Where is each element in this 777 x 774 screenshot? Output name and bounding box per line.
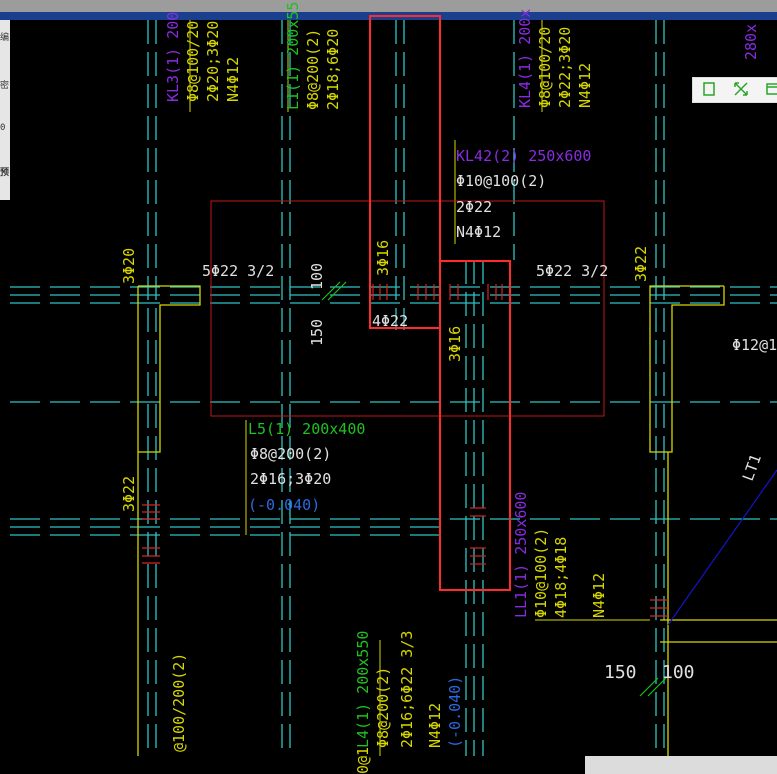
fit-view-icon[interactable] (701, 81, 717, 97)
l5-stirrup: Φ8@200(2) (250, 445, 331, 463)
l4-bars: 2Φ16;6Φ22 3/3 (398, 631, 416, 748)
window-icon[interactable] (765, 81, 777, 97)
kl42-stirrup: Φ10@100(2) (456, 172, 546, 190)
column-3c22-left: 3Φ22 (120, 476, 138, 512)
cad-canvas[interactable]: KL3(1) 200 Φ8@100/20 2Φ20;3Φ20 N4Φ12 L1(… (0, 0, 777, 774)
ll1-stirrup: Φ10@100(2) (532, 528, 550, 618)
ll1-bars: 4Φ18;4Φ18 (552, 537, 570, 618)
l5-elevation: (-0.040) (248, 496, 320, 514)
view-toolbar (692, 77, 777, 103)
right-phi12: Φ12@1 (732, 336, 777, 354)
kl42-title: KL42(2) 250x600 (456, 147, 591, 165)
l1-title: L1(1) 200x55 (284, 2, 302, 110)
dim-100: 100 (308, 263, 326, 290)
bottom-left-stirrup: @100/200(2) (170, 653, 188, 752)
kl42-side: N4Φ12 (456, 223, 501, 241)
dim-100-bottom: 100 (662, 662, 695, 683)
column-3c20: 3Φ20 (120, 248, 138, 284)
kl4-title: KL4(1) 200x (516, 9, 534, 108)
l4-stirrup: Φ8@200(2) (374, 667, 392, 748)
l1-bars: 2Φ18;6Φ20 (324, 29, 342, 110)
l5-title: L5(1) 200x400 (248, 420, 365, 438)
rebar-right: 5Φ22 3/2 (536, 262, 608, 280)
kl-right-title: 280x (742, 24, 760, 60)
kl3-bars: 2Φ20;3Φ20 (204, 21, 222, 102)
ll1-title: LL1(1) 250x600 (512, 492, 530, 618)
l4-elevation: (-0.040) (446, 676, 464, 748)
kl4-side: N4Φ12 (576, 63, 594, 108)
kl3-stirrup: Φ8@100/20 (184, 21, 202, 102)
status-bar-fragment (585, 756, 777, 774)
red-4c22: 4Φ22 (372, 312, 408, 330)
rebar-left: 5Φ22 3/2 (202, 262, 274, 280)
l1-stirrup: Φ8@200(2) (304, 29, 322, 110)
kl4-stirrup: Φ8@100/20 (536, 27, 554, 108)
fullscreen-icon[interactable] (733, 81, 749, 97)
bottom-partial-1: 0@1 (354, 747, 372, 774)
red-3c16-top: 3Φ16 (374, 240, 392, 276)
kl4-bars: 2Φ22;3Φ20 (556, 27, 574, 108)
l4-title: L4(1) 200x550 (354, 631, 372, 748)
l5-bars: 2Φ16;3Φ20 (250, 470, 331, 488)
kl3-title: KL3(1) 200 (164, 12, 182, 102)
dim-150: 150 (308, 319, 326, 346)
ll1-side: N4Φ12 (590, 573, 608, 618)
dim-150-bottom: 150 (604, 662, 637, 683)
kl42-bars: 2Φ22 (456, 198, 492, 216)
column-3c22-right: 3Φ22 (632, 246, 650, 282)
l4-side: N4Φ12 (426, 703, 444, 748)
red-3c16-mid: 3Φ16 (446, 326, 464, 362)
kl3-side: N4Φ12 (224, 57, 242, 102)
